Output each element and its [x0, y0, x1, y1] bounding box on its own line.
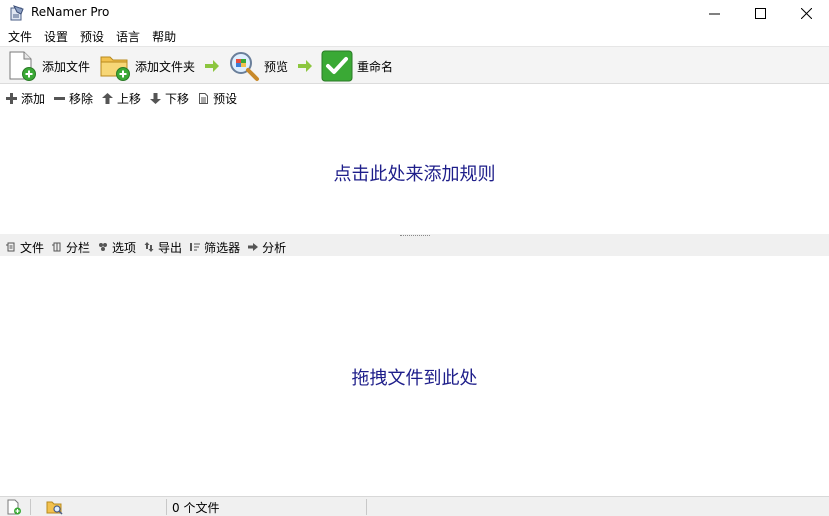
menu-language[interactable]: 语言: [116, 28, 140, 46]
columns-icon: [52, 242, 61, 252]
files-menu-label: 文件: [20, 240, 45, 255]
export-icon: [144, 242, 154, 252]
rules-pane[interactable]: 点击此处来添加规则: [0, 108, 829, 234]
add-file-icon: [9, 51, 36, 81]
menu-presets[interactable]: 预设: [80, 28, 104, 46]
rename-check-icon: [321, 50, 353, 82]
title-bar: ReNamer Pro: [0, 0, 829, 26]
add-rule-button[interactable]: 添加: [6, 90, 45, 107]
move-up-label: 上移: [117, 91, 142, 106]
rename-button[interactable]: 重命名: [321, 47, 393, 85]
add-rules-hint[interactable]: 点击此处来添加规则: [0, 160, 829, 186]
export-menu-label: 导出: [158, 240, 183, 255]
minus-icon: [54, 96, 66, 100]
preview-magnifier-icon: [230, 52, 259, 81]
main-toolbar: 添加文件 添加文件夹 预览 重命名: [0, 46, 829, 84]
remove-rule-label: 移除: [69, 91, 94, 106]
folder-search-icon: [46, 501, 63, 515]
app-icon: [10, 5, 24, 21]
analyze-menu-label: 分析: [262, 240, 287, 255]
document-icon: [199, 92, 209, 104]
add-folders-label: 添加文件夹: [135, 59, 196, 74]
add-folder-icon: [100, 56, 130, 81]
rename-label: 重命名: [357, 59, 394, 74]
rules-toolbar: 添加 移除 上移 下移 预设: [0, 88, 829, 108]
options-menu-label: 选项: [112, 240, 137, 255]
options-icon: [99, 243, 108, 251]
rule-presets-button[interactable]: 预设: [198, 90, 237, 107]
add-folders-button[interactable]: 添加文件夹: [99, 47, 195, 85]
arrow-right-icon: [298, 60, 312, 72]
maximize-button[interactable]: [737, 0, 783, 26]
status-divider: [366, 499, 367, 515]
arrow-down-icon: [150, 92, 162, 104]
files-menu-button[interactable]: 文件: [6, 239, 44, 256]
export-menu-button[interactable]: 导出: [144, 239, 182, 256]
preview-button[interactable]: 预览: [228, 47, 288, 85]
status-divider: [166, 499, 167, 515]
close-icon: [800, 7, 812, 19]
splitter-grip: [400, 235, 430, 237]
status-file-count: 0 个文件: [172, 497, 219, 516]
files-pane[interactable]: 拖拽文件到此处: [0, 256, 829, 496]
options-menu-button[interactable]: 选项: [98, 239, 136, 256]
analyze-menu-button[interactable]: 分析: [248, 239, 286, 256]
status-add-files-button[interactable]: [6, 497, 22, 516]
move-down-label: 下移: [165, 91, 190, 106]
add-files-label: 添加文件: [42, 59, 91, 74]
status-bar: 0 个文件: [0, 496, 829, 516]
move-up-button[interactable]: 上移: [102, 90, 141, 107]
arrow-right-icon: [205, 60, 219, 72]
plus-icon: [6, 92, 17, 104]
add-files-button[interactable]: 添加文件: [6, 47, 90, 85]
columns-menu-button[interactable]: 分栏: [52, 239, 90, 256]
menu-file[interactable]: 文件: [8, 28, 32, 46]
menu-bar: 文件 设置 预设 语言 帮助: [0, 28, 829, 46]
drop-files-hint: 拖拽文件到此处: [351, 368, 478, 389]
files-icon: [6, 242, 15, 252]
remove-rule-button[interactable]: 移除: [54, 90, 93, 107]
file-count-text: 0 个文件: [172, 500, 220, 515]
add-file-icon: [7, 499, 21, 515]
add-rule-label: 添加: [21, 91, 46, 106]
preview-label: 预览: [264, 59, 289, 74]
move-down-button[interactable]: 下移: [150, 90, 189, 107]
window-title: ReNamer Pro: [31, 5, 110, 19]
filter-icon: [190, 243, 201, 251]
arrow-up-icon: [102, 92, 114, 104]
menu-help[interactable]: 帮助: [152, 28, 176, 46]
maximize-icon: [754, 7, 766, 19]
filters-menu-button[interactable]: 筛选器: [190, 239, 240, 256]
minimize-button[interactable]: [691, 0, 737, 26]
close-button[interactable]: [783, 0, 829, 26]
rule-presets-label: 预设: [213, 91, 238, 106]
filters-menu-label: 筛选器: [204, 240, 241, 255]
analyze-arrow-icon: [248, 243, 259, 251]
files-toolbar: 文件 分栏 选项 导出 筛选器 分析: [0, 238, 829, 256]
status-divider: [30, 499, 31, 515]
menu-settings[interactable]: 设置: [44, 28, 68, 46]
minimize-icon: [708, 13, 720, 14]
status-search-folder-button[interactable]: [46, 497, 64, 516]
columns-menu-label: 分栏: [66, 240, 91, 255]
